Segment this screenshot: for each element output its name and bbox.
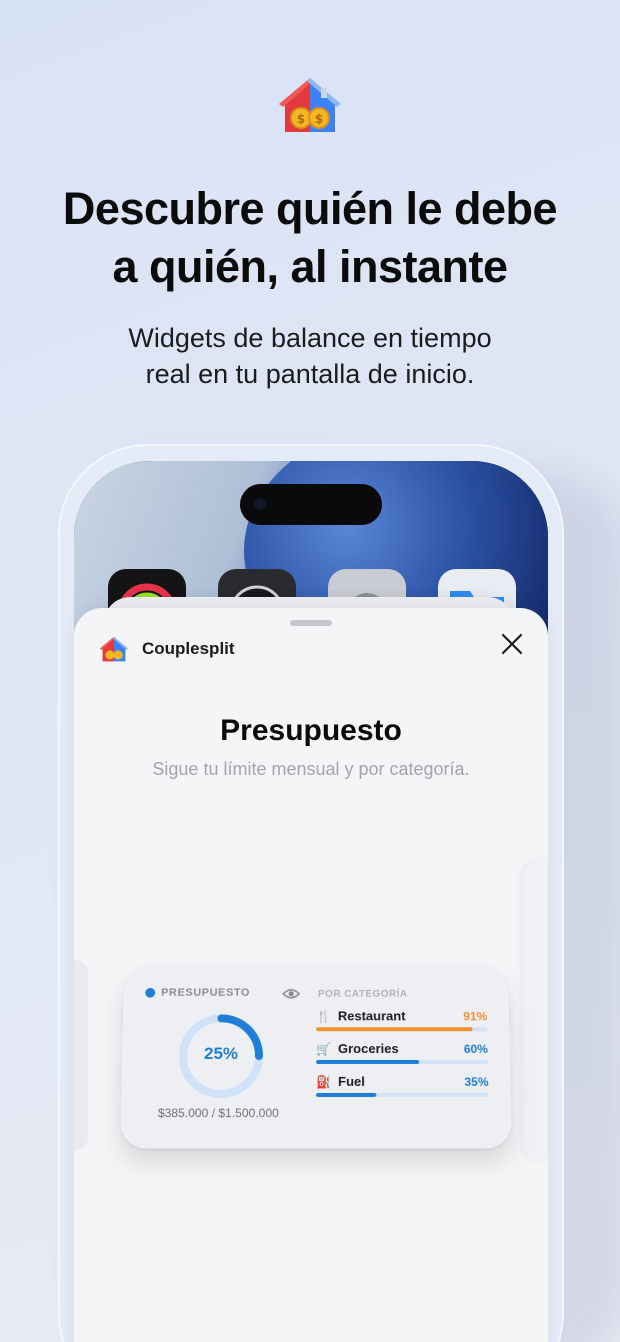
svg-text:$: $: [315, 112, 323, 126]
app-logo-icon: [99, 636, 129, 662]
widget-subtitle: Sigue tu límite mensual y por categoría.: [152, 759, 470, 779]
dynamic-island: [240, 484, 382, 525]
headline-line-2: a quién, al instante: [112, 241, 508, 292]
headline: Descubre quién le debe a quién, al insta…: [0, 180, 620, 296]
budget-dot-icon: [145, 987, 156, 998]
fork-knife-icon: 🍴: [316, 1009, 331, 1023]
category-name: Restaurant: [337, 1008, 406, 1024]
headline-line-1: Descubre quién le debe: [62, 183, 558, 234]
subline: Widgets de balance en tiempo real en tu …: [0, 320, 620, 392]
category-label: POR CATEGORÍA: [317, 988, 408, 1000]
house-coins-icon: $ $: [275, 74, 345, 136]
category-percent: 91%: [463, 1009, 488, 1023]
camera-icon: [254, 498, 266, 510]
subline-line-1: Widgets de balance en tiempo: [128, 323, 492, 353]
category-name: Groceries: [337, 1041, 399, 1056]
category-name: Fuel: [338, 1073, 365, 1089]
category-bar-fill: [316, 1059, 420, 1064]
sheet-grabber[interactable]: [290, 620, 332, 626]
category-row: ⛽ Fuel 35%: [316, 1074, 489, 1097]
close-icon[interactable]: [498, 630, 526, 658]
next-widget-peek[interactable]: [523, 860, 548, 1160]
budget-label: PRESUPUESTO: [145, 987, 250, 999]
budget-label-text: PRESUPUESTO: [161, 986, 251, 999]
category-bar: [316, 1027, 488, 1032]
budget-widget[interactable]: PRESUPUESTO 25% $385.000 / $1.500.000 PO…: [119, 965, 513, 1149]
app-header: Couplesplit: [98, 634, 235, 664]
fuel-pump-icon: ⛽: [316, 1074, 332, 1089]
category-row: 🛒 Groceries 60%: [316, 1041, 489, 1064]
category-percent: 35%: [464, 1074, 489, 1089]
category-row: 🍴 Restaurant 91%: [316, 1009, 488, 1032]
category-bar: [316, 1059, 489, 1064]
svg-text:$: $: [297, 112, 305, 126]
prev-widget-peek[interactable]: [74, 960, 88, 1150]
budget-amount: $385.000 / $1.500.000: [157, 1106, 279, 1121]
app-name: Couplesplit: [142, 639, 235, 658]
subline-line-2: real en tu pantalla de inicio.: [145, 359, 475, 389]
widget-title: Presupuesto: [220, 714, 402, 747]
budget-percent: 25%: [203, 1044, 239, 1063]
eye-icon[interactable]: [282, 987, 300, 1001]
cart-icon: 🛒: [316, 1041, 331, 1056]
category-bar-fill: [316, 1092, 377, 1097]
category-percent: 60%: [463, 1041, 488, 1056]
category-bar-fill: [316, 1027, 473, 1032]
category-bar: [316, 1092, 489, 1097]
